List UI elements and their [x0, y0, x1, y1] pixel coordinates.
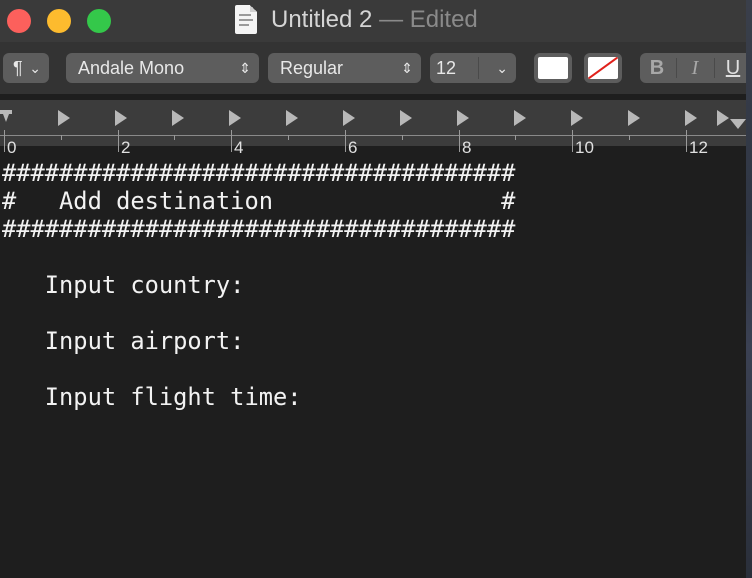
ruler[interactable]: 0 2 4 6 8 10 12	[0, 94, 746, 158]
text-editor-window: Untitled 2 — Edited ¶ ⌄ Andale Mono ⇕ Re…	[0, 0, 746, 578]
ruler-tick	[4, 130, 5, 152]
ruler-baseline	[0, 135, 746, 136]
tab-stop-marker[interactable]	[286, 110, 298, 126]
highlight-color-well[interactable]	[584, 53, 622, 83]
tab-stop-marker[interactable]	[514, 110, 526, 126]
italic-button[interactable]: I	[678, 53, 712, 83]
ruler-strip: 0 2 4 6 8 10 12	[0, 100, 746, 157]
text-color-well[interactable]	[534, 53, 572, 83]
up-down-chevron-icon: ⇕	[239, 60, 251, 76]
text-document-icon	[235, 5, 257, 34]
close-window-button[interactable]	[7, 9, 31, 33]
no-highlight-swatch	[588, 57, 618, 79]
window-title: Untitled 2 — Edited	[271, 6, 478, 34]
text-line: ####################################	[2, 159, 516, 187]
paragraph-styles-button[interactable]: ¶ ⌄	[3, 53, 49, 83]
ruler-tick	[686, 130, 687, 152]
divider	[714, 58, 715, 78]
tab-stop-marker[interactable]	[400, 110, 412, 126]
tab-stop-marker[interactable]	[343, 110, 355, 126]
underline-button[interactable]: U	[716, 53, 750, 83]
ruler-tick	[459, 130, 460, 152]
font-size-value: 12	[436, 58, 457, 78]
bold-button[interactable]: B	[640, 53, 674, 83]
divider	[676, 58, 677, 78]
ruler-label: 4	[234, 138, 244, 157]
chevron-down-icon: ⌄	[29, 60, 41, 76]
tab-stop-marker[interactable]	[457, 110, 469, 126]
ruler-label: 6	[348, 138, 358, 157]
tab-stop-marker[interactable]	[685, 110, 697, 126]
tab-stop-marker[interactable]	[628, 110, 640, 126]
text-color-swatch	[538, 57, 568, 79]
ruler-tick	[288, 135, 289, 140]
ruler-tick	[345, 130, 346, 152]
ruler-tick	[402, 135, 403, 140]
ruler-tick	[118, 130, 119, 152]
ruler-tick	[572, 130, 573, 152]
text-line: Input airport:	[2, 327, 245, 355]
font-family-select[interactable]: Andale Mono ⇕	[66, 53, 259, 83]
ruler-tick	[629, 135, 630, 140]
title-bar[interactable]: Untitled 2 — Edited	[0, 0, 746, 42]
tab-stop-marker[interactable]	[172, 110, 184, 126]
format-toolbar: ¶ ⌄ Andale Mono ⇕ Regular ⇕ 12 ⌄ B I U	[0, 42, 746, 94]
text-line: # Add destination #	[2, 187, 516, 215]
ruler-tick	[515, 135, 516, 140]
ruler-label: 2	[121, 138, 131, 157]
desktop-background	[746, 0, 752, 578]
first-line-indent-marker[interactable]	[0, 110, 12, 122]
document-text-area[interactable]: #################################### # A…	[0, 158, 746, 578]
paragraph-icon: ¶	[13, 58, 23, 78]
edited-status: — Edited	[379, 6, 478, 33]
text-line: Input flight time:	[2, 383, 302, 411]
font-style-buttons: B I U	[640, 53, 746, 83]
divider	[478, 57, 479, 79]
chevron-down-icon[interactable]: ⌄	[496, 53, 508, 83]
right-margin-marker[interactable]	[730, 119, 746, 129]
ruler-label: 8	[462, 138, 472, 157]
font-style-select[interactable]: Regular ⇕	[268, 53, 421, 83]
tab-stop-marker[interactable]	[571, 110, 583, 126]
ruler-label: 10	[575, 138, 594, 157]
ruler-tick	[231, 130, 232, 152]
zoom-window-button[interactable]	[87, 9, 111, 33]
tab-stop-marker[interactable]	[229, 110, 241, 126]
document-name: Untitled 2	[271, 6, 373, 33]
tab-stop-marker[interactable]	[717, 110, 729, 126]
ruler-label: 0	[7, 138, 17, 157]
text-line: ####################################	[2, 215, 516, 243]
up-down-chevron-icon: ⇕	[401, 60, 413, 76]
font-size-combobox[interactable]: 12 ⌄	[430, 53, 516, 83]
tab-stop-marker[interactable]	[58, 110, 70, 126]
ruler-tick	[61, 135, 62, 140]
minimize-window-button[interactable]	[47, 9, 71, 33]
tab-stop-marker[interactable]	[115, 110, 127, 126]
ruler-tick	[174, 135, 175, 140]
text-line: Input country:	[2, 271, 245, 299]
font-style-value: Regular	[280, 58, 344, 78]
ruler-label: 12	[689, 138, 708, 157]
font-family-value: Andale Mono	[78, 58, 185, 78]
